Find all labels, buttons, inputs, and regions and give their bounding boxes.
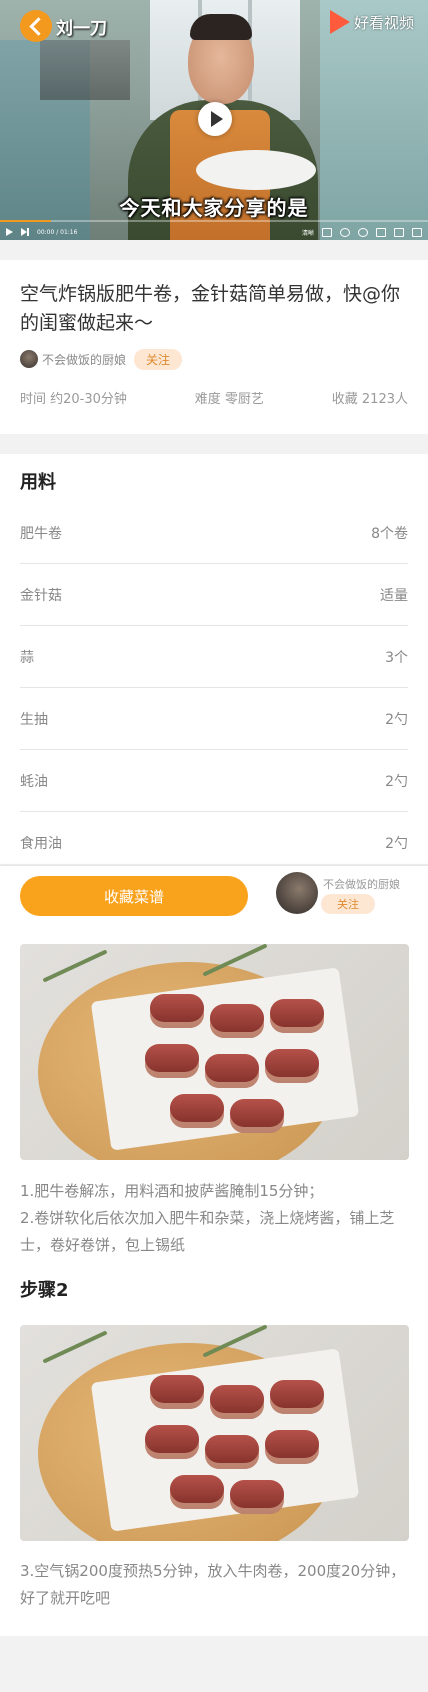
ingredient-amount: 2勺 bbox=[385, 773, 408, 790]
list-item: 肥牛卷 8个卷 bbox=[20, 502, 408, 564]
list-item: 蚝油 2勺 bbox=[20, 750, 408, 812]
list-item: 生抽 2勺 bbox=[20, 688, 408, 750]
beef-roll bbox=[210, 1004, 264, 1038]
video-channel-name: 刘一刀 bbox=[56, 19, 107, 39]
back-icon[interactable] bbox=[20, 10, 52, 42]
herb bbox=[42, 949, 108, 983]
beef-roll bbox=[265, 1430, 319, 1464]
step-image[interactable] bbox=[20, 1325, 409, 1541]
recipe-info-card: 空气炸锅版肥牛卷，金针菇简单易做，快@你的闺蜜做起来～ 不会做饭的厨娘 关注 时… bbox=[0, 260, 428, 434]
ingredient-amount: 2勺 bbox=[385, 711, 408, 728]
quality-button[interactable]: 清晰 bbox=[302, 228, 314, 237]
beef-roll bbox=[210, 1385, 264, 1419]
video-frame-shelf bbox=[40, 40, 130, 100]
herb bbox=[42, 1330, 108, 1364]
beef-roll bbox=[170, 1475, 224, 1509]
beef-roll bbox=[205, 1435, 259, 1469]
settings-icon[interactable] bbox=[340, 227, 350, 237]
ingredient-amount: 3个 bbox=[385, 649, 408, 666]
beef-roll bbox=[230, 1099, 284, 1133]
ingredients-title: 用料 bbox=[20, 472, 56, 493]
video-frame-plate bbox=[196, 150, 316, 190]
beef-roll bbox=[270, 999, 324, 1033]
favorite-count: 收藏 2123人 bbox=[331, 392, 408, 407]
beef-roll bbox=[145, 1425, 199, 1459]
ingredient-name: 食用油 bbox=[20, 835, 62, 852]
author-name[interactable]: 不会做饭的厨娘 bbox=[42, 351, 126, 368]
list-item: 蒜 3个 bbox=[20, 626, 408, 688]
collect-recipe-button[interactable]: 收藏菜谱 bbox=[20, 876, 248, 916]
play-icon[interactable] bbox=[198, 102, 232, 136]
beef-roll bbox=[270, 1380, 324, 1414]
ingredient-amount: 8个卷 bbox=[371, 525, 408, 542]
beef-roll bbox=[170, 1094, 224, 1128]
play-small-icon[interactable] bbox=[6, 228, 13, 236]
beef-roll bbox=[145, 1044, 199, 1078]
follow-button[interactable]: 关注 bbox=[134, 348, 183, 370]
video-subtitle: 今天和大家分享的是 bbox=[119, 196, 309, 220]
recipe-meta: 时间 约20-30分钟 难度 零厨艺 收藏 2123人 bbox=[20, 388, 408, 407]
video-time: 00:00 / 01:16 bbox=[37, 228, 78, 236]
list-item: 金针菇 适量 bbox=[20, 564, 408, 626]
ingredient-name: 蚝油 bbox=[20, 773, 48, 790]
video-controls: 00:00 / 01:16 清晰 bbox=[0, 224, 428, 240]
video-player[interactable]: 刘一刀 好看视频 今天和大家分享的是 00:00 / 01:16 清晰 bbox=[0, 0, 428, 240]
ingredients-card: 用料 肥牛卷 8个卷 金针菇 适量 蒜 3个 生抽 2勺 蚝油 2勺 食用油 2… bbox=[0, 454, 428, 864]
fullscreen-icon[interactable] bbox=[412, 227, 422, 237]
window-icon[interactable] bbox=[394, 227, 404, 237]
steps-card: 1.肥牛卷解冻，用料酒和披萨酱腌制15分钟； 2.卷饼软化后依次加入肥牛和杂菜，… bbox=[0, 924, 428, 1636]
beef-roll bbox=[230, 1480, 284, 1514]
video-progress-bar[interactable] bbox=[0, 220, 428, 222]
ingredient-name: 金针菇 bbox=[20, 587, 62, 604]
avatar[interactable] bbox=[276, 872, 318, 914]
list-item: 食用油 2勺 bbox=[20, 812, 408, 873]
video-progress-fill bbox=[0, 220, 52, 222]
danmaku-icon[interactable] bbox=[358, 227, 368, 237]
difficulty: 难度 零厨艺 bbox=[194, 392, 264, 407]
beef-roll bbox=[150, 994, 204, 1028]
brand-logo: 好看视频 bbox=[329, 10, 414, 34]
beef-roll bbox=[150, 1375, 204, 1409]
author-name[interactable]: 不会做饭的厨娘 bbox=[323, 876, 400, 892]
beef-roll bbox=[205, 1054, 259, 1088]
cook-time: 时间 约20-30分钟 bbox=[20, 392, 127, 407]
pip-icon[interactable] bbox=[376, 227, 386, 237]
step-image[interactable] bbox=[20, 944, 409, 1160]
action-bar: 收藏菜谱 不会做饭的厨娘 关注 bbox=[0, 866, 428, 924]
ingredient-name: 生抽 bbox=[20, 711, 48, 728]
step-1-text: 1.肥牛卷解冻，用料酒和披萨酱腌制15分钟； 2.卷饼软化后依次加入肥牛和杂菜，… bbox=[20, 1182, 395, 1254]
step-2-text: 3.空气锅200度预热5分钟，放入牛肉卷，200度20分钟，好了就开吃吧 bbox=[20, 1562, 406, 1607]
follow-button[interactable]: 关注 bbox=[321, 894, 375, 914]
brand-name: 好看视频 bbox=[353, 13, 414, 32]
recipe-title: 空气炸锅版肥牛卷，金针菇简单易做，快@你的闺蜜做起来～ bbox=[20, 283, 401, 334]
haokan-logo-icon bbox=[329, 10, 350, 34]
author-row: 不会做饭的厨娘 关注 bbox=[20, 348, 183, 370]
ingredient-amount: 适量 bbox=[380, 587, 408, 604]
ingredient-amount: 2勺 bbox=[385, 835, 408, 852]
ingredient-name: 肥牛卷 bbox=[20, 525, 62, 542]
ingredient-name: 蒜 bbox=[20, 649, 34, 666]
step-2-title: 步骤2 bbox=[20, 1280, 69, 1301]
beef-roll bbox=[265, 1049, 319, 1083]
next-icon[interactable] bbox=[21, 228, 29, 236]
video-frame-hair bbox=[190, 14, 252, 40]
ingredients-list: 肥牛卷 8个卷 金针菇 适量 蒜 3个 生抽 2勺 蚝油 2勺 食用油 2勺 bbox=[20, 502, 408, 873]
volume-icon[interactable] bbox=[322, 227, 332, 237]
avatar[interactable] bbox=[20, 350, 38, 368]
